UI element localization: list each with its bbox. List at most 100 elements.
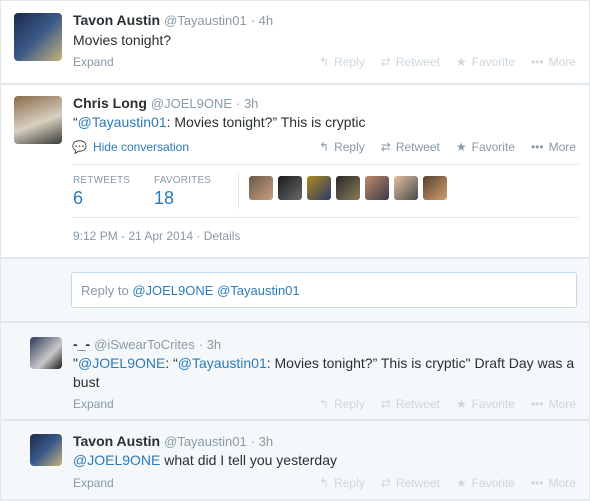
mention-link[interactable]: @Tayaustin01 <box>78 114 167 130</box>
avatar[interactable] <box>30 337 62 369</box>
retweet-icon: ⇄ <box>380 397 391 411</box>
tweet-card[interactable]: Tavon Austin @Tayaustin01 · 3h @JOEL9ONE w… <box>0 420 590 500</box>
retweet-button[interactable]: ⇄ Retweet <box>381 397 440 411</box>
details-link[interactable]: · Details <box>196 229 240 243</box>
more-label: More <box>548 476 576 490</box>
reply-button[interactable]: ↰ Reply <box>319 397 365 411</box>
tweet-header: -_- @iSwearToCrites · 3h <box>73 336 221 352</box>
reply-label: Reply <box>334 140 365 154</box>
star-icon: ★ <box>455 140 467 154</box>
more-label: More <box>548 55 576 69</box>
author-name[interactable]: Tavon Austin <box>73 12 160 28</box>
tweet-text: Movies tonight? <box>73 32 172 48</box>
stats-divider <box>238 173 239 209</box>
reply-button[interactable]: ↰ Reply <box>319 476 365 490</box>
reply-button[interactable]: ↰ Reply <box>319 140 365 154</box>
favoriter-avatar[interactable] <box>307 176 331 200</box>
mention-link[interactable]: @Tayaustin01 <box>178 355 267 371</box>
avatar[interactable] <box>14 96 62 144</box>
author-handle[interactable]: @Tayaustin01 <box>164 13 247 28</box>
favorite-label: Favorite <box>471 397 515 411</box>
tweet-time[interactable]: · 3h <box>236 96 258 111</box>
reply-input[interactable]: Reply to @JOEL9ONE @Tayaustin01 <box>71 272 577 308</box>
ellipsis-icon: ••• <box>530 476 544 490</box>
favorite-button[interactable]: ★ Favorite <box>456 140 515 154</box>
retweet-button[interactable]: ⇄ Retweet <box>381 140 440 154</box>
tweet-text: @JOEL9ONE what did I tell you yesterday <box>73 451 337 470</box>
retweets-label: RETWEETS <box>73 175 131 186</box>
favoriter-avatar[interactable] <box>249 176 273 200</box>
retweet-label: Retweet <box>395 476 440 490</box>
author-handle[interactable]: @Tayaustin01 <box>164 434 247 449</box>
more-button[interactable]: ••• More <box>531 55 576 69</box>
ellipsis-icon: ••• <box>530 397 544 411</box>
favorite-button[interactable]: ★ Favorite <box>456 397 515 411</box>
reply-label: Reply <box>334 476 365 490</box>
tweet-card-expanded[interactable]: Chris Long @JOEL9ONE · 3h “@Tayaustin01: M… <box>0 84 590 258</box>
retweets-count[interactable]: 6 <box>73 188 83 209</box>
more-label: More <box>548 397 576 411</box>
favoriter-avatar[interactable] <box>336 176 360 200</box>
favorite-button[interactable]: ★ Favorite <box>456 55 515 69</box>
author-handle[interactable]: @JOEL9ONE <box>151 96 232 111</box>
timestamp-text[interactable]: 9:12 PM - 21 Apr 2014 <box>73 229 193 243</box>
tweet-actions: ↰ Reply ⇄ Retweet ★ Favorite ••• More <box>303 476 576 490</box>
hide-conversation-link[interactable]: 💬 Hide conversation <box>72 140 189 154</box>
avatar[interactable] <box>30 434 62 466</box>
retweet-label: Retweet <box>395 140 440 154</box>
author-name[interactable]: Tavon Austin <box>73 433 160 449</box>
avatar[interactable] <box>14 13 62 61</box>
author-handle[interactable]: @iSwearToCrites <box>94 337 195 352</box>
favorite-button[interactable]: ★ Favorite <box>456 476 515 490</box>
retweet-button[interactable]: ⇄ Retweet <box>381 476 440 490</box>
tweet-header: Chris Long @JOEL9ONE · 3h <box>73 95 258 111</box>
ellipsis-icon: ••• <box>530 55 544 69</box>
tweet-text-line: "@JOEL9ONE: “@Tayaustin01: Movies tonigh… <box>73 354 574 373</box>
more-button[interactable]: ••• More <box>531 476 576 490</box>
expand-link[interactable]: Expand <box>73 476 114 490</box>
star-icon: ★ <box>455 55 467 69</box>
author-name[interactable]: Chris Long <box>73 95 147 111</box>
favoriter-avatar[interactable] <box>423 176 447 200</box>
author-name[interactable]: -_- <box>73 336 90 352</box>
more-button[interactable]: ••• More <box>531 140 576 154</box>
speech-bubble-icon: 💬 <box>72 140 87 154</box>
more-button[interactable]: ••• More <box>531 397 576 411</box>
retweet-label: Retweet <box>395 397 440 411</box>
tweet-text-part: : Movies tonight?” This is cryptic" Draf… <box>266 355 575 371</box>
favoriter-avatar[interactable] <box>278 176 302 200</box>
favorite-label: Favorite <box>471 476 515 490</box>
tweet-time[interactable]: · 3h <box>251 434 273 449</box>
favoriter-avatar[interactable] <box>365 176 389 200</box>
favorites-label: FAVORITES <box>154 175 212 186</box>
tweet-header: Tavon Austin @Tayaustin01 · 4h <box>73 12 273 28</box>
tweet-timestamp: 9:12 PM - 21 Apr 2014 · Details <box>73 229 240 243</box>
tweet-header: Tavon Austin @Tayaustin01 · 3h <box>73 433 273 449</box>
tweet-card[interactable]: -_- @iSwearToCrites · 3h "@JOEL9ONE: “@Tay… <box>0 322 590 420</box>
expand-link[interactable]: Expand <box>73 397 114 411</box>
favorite-label: Favorite <box>471 55 515 69</box>
divider <box>72 217 578 218</box>
reply-label: Reply <box>334 397 365 411</box>
reply-mention: @JOEL9ONE <box>132 283 214 298</box>
star-icon: ★ <box>455 397 467 411</box>
retweet-icon: ⇄ <box>380 476 391 490</box>
reply-label: Reply <box>334 55 365 69</box>
reply-prefix: Reply to <box>81 283 133 298</box>
favoriter-avatar[interactable] <box>394 176 418 200</box>
retweet-button[interactable]: ⇄ Retweet <box>381 55 440 69</box>
mention-link[interactable]: @JOEL9ONE <box>78 355 165 371</box>
star-icon: ★ <box>455 476 467 490</box>
reply-arrow-icon: ↰ <box>319 476 330 490</box>
tweet-card[interactable]: Tavon Austin @Tayaustin01 · 4h Movies toni… <box>0 0 590 84</box>
tweet-text-rest: what did I tell you yesterday <box>160 452 338 468</box>
tweet-text-rest: : Movies tonight?” This is cryptic <box>166 114 366 130</box>
tweet-time[interactable]: · 3h <box>199 337 221 352</box>
divider <box>72 164 578 165</box>
tweet-time[interactable]: · 4h <box>251 13 273 28</box>
mention-link[interactable]: @JOEL9ONE <box>73 452 160 468</box>
retweet-label: Retweet <box>395 55 440 69</box>
reply-button[interactable]: ↰ Reply <box>319 55 365 69</box>
expand-link[interactable]: Expand <box>73 55 114 69</box>
favorites-count[interactable]: 18 <box>154 188 174 209</box>
